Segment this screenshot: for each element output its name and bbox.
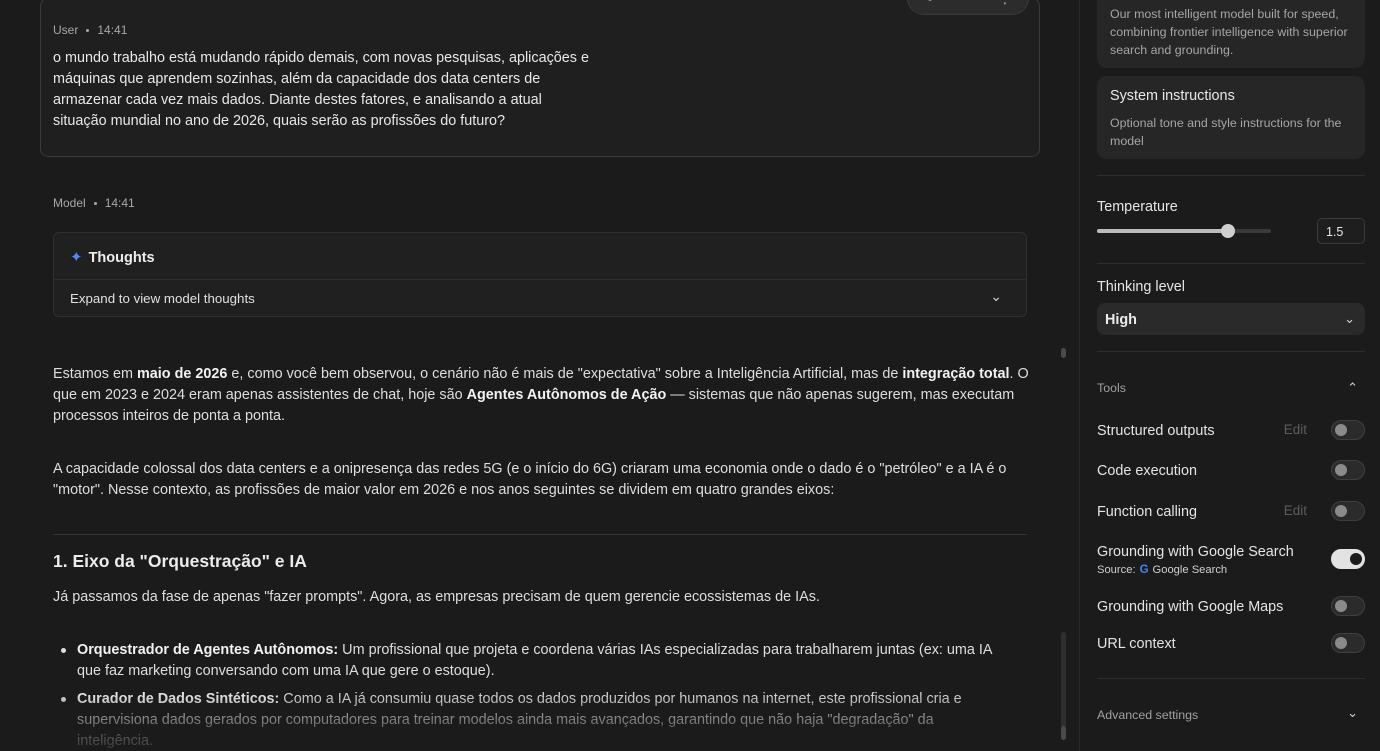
structured-outputs-toggle[interactable] xyxy=(1331,420,1365,440)
chevron-down-icon[interactable]: ⌄ xyxy=(990,288,1002,305)
text-run: e, como você bem observou, o cenário não… xyxy=(227,366,903,382)
grounding-maps-toggle[interactable] xyxy=(1331,596,1365,616)
list-item: Orquestrador de Agentes Autônomos: Um pr… xyxy=(53,640,1013,682)
google-logo-icon: G xyxy=(1139,564,1149,576)
chevron-down-icon: ⌄ xyxy=(1344,311,1355,326)
scroll-thumb[interactable] xyxy=(1061,632,1066,728)
temperature-slider-thumb[interactable] xyxy=(1221,224,1235,238)
section-divider xyxy=(1097,678,1365,679)
bold-run: integração total xyxy=(902,366,1010,382)
tool-row-url-context: URL context xyxy=(1097,633,1365,657)
grounding-search-label: Grounding with Google Search xyxy=(1097,544,1294,560)
edit-icon[interactable]: ✎ xyxy=(922,0,933,6)
user-message-line: máquinas que aprendem sozinhas, além da … xyxy=(53,71,541,87)
chevron-down-icon[interactable]: ⌄ xyxy=(1347,705,1358,721)
tools-section-label: Tools xyxy=(1097,381,1126,395)
meta-dot xyxy=(93,202,97,206)
user-message-line: situação mundial no ano de 2026, quais s… xyxy=(53,113,506,129)
toggle-knob xyxy=(1335,424,1347,436)
temperature-input[interactable]: 1.5 xyxy=(1317,218,1365,244)
grounding-maps-label: Grounding with Google Maps xyxy=(1097,599,1284,615)
function-calling-label: Function calling xyxy=(1097,504,1197,520)
meta-dot xyxy=(86,29,90,33)
scroll-marker[interactable] xyxy=(1061,348,1066,358)
toggle-knob xyxy=(1335,600,1347,612)
model-selector-card[interactable]: Our most intelligent model built for spe… xyxy=(1097,0,1365,68)
thoughts-title: Thoughts xyxy=(88,250,155,266)
bullet-list: Orquestrador de Agentes Autônomos: Um pr… xyxy=(53,640,1013,751)
tool-row-code-execution: Code execution xyxy=(1097,460,1365,484)
expand-thoughts-label[interactable]: Expand to view model thoughts xyxy=(70,291,255,306)
system-instructions-card[interactable]: System instructions Optional tone and st… xyxy=(1097,76,1365,159)
sparkle-icon: ✦ xyxy=(70,249,83,266)
toggle-knob xyxy=(1335,637,1347,649)
response-paragraph-1: Estamos em maio de 2026 e, como você bem… xyxy=(53,364,1033,427)
thoughts-panel[interactable]: ✦ Thoughts Expand to view model thoughts … xyxy=(53,232,1027,317)
user-message-line: o mundo trabalho está mudando rápido dem… xyxy=(53,50,589,66)
list-item: Curador de Dados Sintéticos: Como a IA j… xyxy=(53,689,1013,751)
toggle-knob xyxy=(1350,553,1362,565)
tool-row-grounding-maps: Grounding with Google Maps xyxy=(1097,596,1365,620)
url-context-toggle[interactable] xyxy=(1331,633,1365,653)
bold-run: maio de 2026 xyxy=(136,366,228,382)
user-message-text: o mundo trabalho está mudando rápido dem… xyxy=(53,48,623,132)
source-value: Google Search xyxy=(1152,564,1228,576)
user-message-card: User 14:41 o mundo trabalho está mudando … xyxy=(40,0,1040,157)
section-divider xyxy=(1097,175,1365,176)
section-divider xyxy=(1097,351,1365,352)
temperature-label: Temperature xyxy=(1097,199,1178,215)
model-role-label: Model xyxy=(53,196,86,210)
thinking-level-label: Thinking level xyxy=(1097,279,1185,295)
source-label: Source: xyxy=(1097,564,1136,576)
user-message-time: 14:41 xyxy=(97,23,128,37)
code-execution-label: Code execution xyxy=(1097,463,1198,479)
grounding-source: Source: G Google Search xyxy=(1097,564,1227,576)
function-calling-edit-button[interactable]: Edit xyxy=(1284,503,1307,518)
chevron-up-icon[interactable]: ⌃ xyxy=(1347,380,1358,396)
response-paragraph-2: A capacidade colossal dos data centers e… xyxy=(53,461,1007,498)
chat-scrollbar[interactable] xyxy=(1059,0,1066,751)
toggle-knob xyxy=(1335,505,1347,517)
thoughts-divider xyxy=(54,279,1026,280)
section-intro: Já passamos da fase de apenas "fazer pro… xyxy=(53,589,820,605)
model-message-meta: Model 14:41 xyxy=(53,196,135,210)
system-instructions-desc: Optional tone and style instructions for… xyxy=(1110,116,1342,148)
bold-run: Agentes Autônomos de Ação xyxy=(466,387,667,403)
section-heading: 1. Eixo da "Orquestração" e IA xyxy=(53,551,307,571)
tool-row-structured-outputs: Structured outputs Edit xyxy=(1097,420,1365,444)
system-instructions-title: System instructions xyxy=(1110,88,1235,104)
user-message-meta: User 14:41 xyxy=(53,23,127,37)
section-divider xyxy=(53,534,1027,535)
thinking-level-value: High xyxy=(1105,312,1137,328)
grounding-search-toggle[interactable] xyxy=(1331,549,1365,569)
temperature-slider[interactable] xyxy=(1097,224,1271,238)
user-role-label: User xyxy=(53,23,79,37)
message-action-toolbar: ✎ ⋮ xyxy=(907,0,1029,15)
text-run: Estamos em xyxy=(53,366,137,382)
url-context-label: URL context xyxy=(1097,636,1176,652)
more-options-icon[interactable]: ⋮ xyxy=(998,0,1012,7)
function-calling-toggle[interactable] xyxy=(1331,501,1365,521)
thinking-level-select[interactable]: High ⌄ xyxy=(1097,303,1365,335)
toggle-knob xyxy=(1335,464,1347,476)
run-settings-panel: Our most intelligent model built for spe… xyxy=(1080,0,1380,751)
temperature-slider-fill xyxy=(1097,229,1228,233)
tool-row-function-calling: Function calling Edit xyxy=(1097,501,1365,525)
structured-outputs-edit-button[interactable]: Edit xyxy=(1284,422,1307,437)
section-divider xyxy=(1097,263,1365,264)
model-description: Our most intelligent model built for spe… xyxy=(1110,7,1348,57)
bullet-term: Curador de Dados Sintéticos: xyxy=(77,691,280,707)
code-execution-toggle[interactable] xyxy=(1331,460,1365,480)
user-message-line: armazenar cada vez mais dados. Diante de… xyxy=(53,92,542,108)
chat-panel: User 14:41 o mundo trabalho está mudando … xyxy=(0,0,1066,751)
model-message-time: 14:41 xyxy=(104,196,135,210)
structured-outputs-label: Structured outputs xyxy=(1097,423,1215,439)
thoughts-header: ✦ Thoughts xyxy=(70,248,155,266)
scroll-marker[interactable] xyxy=(1061,726,1066,740)
bullet-term: Orquestrador de Agentes Autônomos: xyxy=(77,642,339,658)
advanced-settings-label[interactable]: Advanced settings xyxy=(1097,708,1198,722)
